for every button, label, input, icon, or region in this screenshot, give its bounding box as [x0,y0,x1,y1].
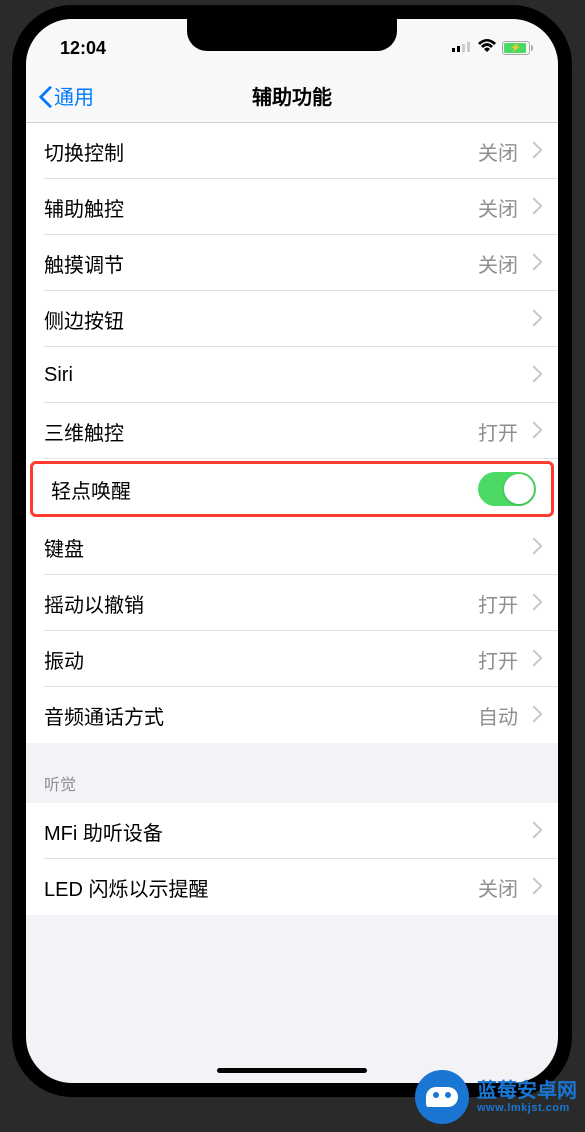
section-header-hearing: 听觉 [26,743,558,803]
screen: 12:04 ⚡ 通用 辅助功能 [26,19,558,1083]
row-value: 打开 [478,589,518,618]
row-switch-control[interactable]: 切换控制 关闭 [26,123,558,179]
chevron-left-icon [36,81,54,111]
row-value: 关闭 [478,249,518,278]
watermark-url: www.lmkjst.com [477,1102,577,1114]
watermark-text: 蓝莓安卓网 www.lmkjst.com [477,1080,577,1114]
row-call-audio[interactable]: 音频通话方式 自动 [26,687,558,743]
row-label: 侧边按钮 [44,305,528,334]
row-value: 关闭 [478,873,518,902]
row-assistive-touch[interactable]: 辅助触控 关闭 [26,179,558,235]
row-label: 音频通话方式 [44,701,478,730]
back-button[interactable]: 通用 [26,81,94,111]
row-side-button[interactable]: 侧边按钮 [26,291,558,347]
row-label: 三维触控 [44,417,478,446]
chevron-right-icon [528,821,540,841]
row-3d-touch[interactable]: 三维触控 打开 [26,403,558,459]
row-shake-undo[interactable]: 摇动以撤销 打开 [26,575,558,631]
chevron-right-icon [528,421,540,441]
row-label: LED 闪烁以示提醒 [44,873,478,902]
chevron-right-icon [528,877,540,897]
toggle-tap-to-wake[interactable] [478,472,536,506]
row-vibration[interactable]: 振动 打开 [26,631,558,687]
row-value: 打开 [478,417,518,446]
wifi-icon [478,39,496,57]
signal-icon [452,39,472,57]
row-label: 切换控制 [44,137,478,166]
chevron-right-icon [528,593,540,613]
notch [187,19,397,51]
nav-bar: 通用 辅助功能 [26,69,558,123]
chevron-right-icon [528,649,540,669]
row-tap-to-wake[interactable]: 轻点唤醒 [30,461,554,517]
row-label: 辅助触控 [44,193,478,222]
status-time: 12:04 [60,38,106,59]
watermark-logo-icon [415,1070,469,1124]
chevron-right-icon [528,253,540,273]
row-mfi-hearing[interactable]: MFi 助听设备 [26,803,558,859]
row-keyboard[interactable]: 键盘 [26,519,558,575]
content: 切换控制 关闭 辅助触控 关闭 触摸调节 关闭 侧边按钮 [26,123,558,915]
chevron-right-icon [528,141,540,161]
battery-icon: ⚡ [502,41,530,55]
chevron-right-icon [528,705,540,725]
home-indicator[interactable] [217,1068,367,1073]
row-siri[interactable]: Siri [26,347,558,403]
phone-frame: 12:04 ⚡ 通用 辅助功能 [12,5,572,1097]
chevron-right-icon [528,365,540,385]
row-label: 触摸调节 [44,249,478,278]
row-label: Siri [44,364,528,387]
row-label: 键盘 [44,533,528,562]
row-label: MFi 助听设备 [44,817,528,846]
row-label: 轻点唤醒 [51,475,478,504]
row-label: 振动 [44,645,478,674]
toggle-knob [504,474,534,504]
row-value: 打开 [478,645,518,674]
watermark-name: 蓝莓安卓网 [477,1080,577,1102]
row-value: 关闭 [478,137,518,166]
status-icons: ⚡ [452,39,530,57]
row-touch-accom[interactable]: 触摸调节 关闭 [26,235,558,291]
page-title: 辅助功能 [252,81,332,110]
row-label: 摇动以撤销 [44,589,478,618]
row-value: 自动 [478,701,518,730]
list-group-interaction: 切换控制 关闭 辅助触控 关闭 触摸调节 关闭 侧边按钮 [26,123,558,743]
row-value: 关闭 [478,193,518,222]
row-led-flash[interactable]: LED 闪烁以示提醒 关闭 [26,859,558,915]
list-group-hearing: MFi 助听设备 LED 闪烁以示提醒 关闭 [26,803,558,915]
watermark: 蓝莓安卓网 www.lmkjst.com [415,1070,577,1124]
chevron-right-icon [528,537,540,557]
chevron-right-icon [528,197,540,217]
chevron-right-icon [528,309,540,329]
